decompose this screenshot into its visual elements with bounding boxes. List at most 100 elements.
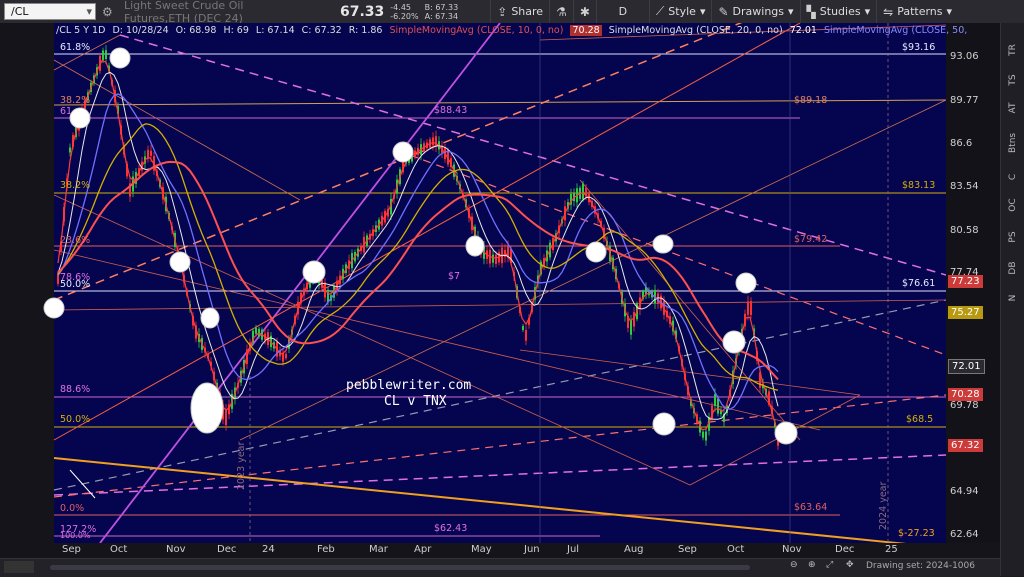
scroll-left-button[interactable] bbox=[4, 561, 34, 573]
pivot-marker bbox=[169, 251, 191, 273]
candle-body bbox=[495, 254, 497, 265]
candle-body bbox=[750, 301, 752, 315]
watermark-subtitle: CL v TNX bbox=[384, 394, 447, 409]
time-axis-label: Oct bbox=[110, 544, 128, 555]
price-badge: 70.28 bbox=[948, 388, 983, 401]
level-label: $68.5 bbox=[906, 414, 934, 425]
side-tabs: TR TS AT Btns C OC PS DB N bbox=[1000, 23, 1024, 576]
time-axis-label: May bbox=[471, 544, 492, 555]
level-label: $63.64 bbox=[794, 502, 828, 513]
pan-icon[interactable]: ✥ bbox=[846, 560, 854, 570]
price-axis-label: 69.78 bbox=[950, 400, 979, 411]
fib-label: 23.6% bbox=[60, 235, 91, 246]
fib-label: 61.8% bbox=[60, 42, 91, 53]
pivot-marker bbox=[465, 235, 485, 257]
sma20-value: 72.01 bbox=[789, 25, 817, 36]
candle-body bbox=[102, 50, 104, 61]
sma10-value: 70.28 bbox=[570, 25, 602, 36]
level-label: $79.42 bbox=[794, 234, 828, 245]
candle-body bbox=[147, 149, 149, 159]
pivot-marker bbox=[392, 141, 414, 163]
candle-body bbox=[717, 398, 719, 414]
pivot-marker bbox=[43, 297, 65, 319]
price-axis-label: 86.6 bbox=[950, 138, 973, 149]
level-label: $-27.23 bbox=[898, 528, 935, 539]
level-label: $62.43 bbox=[434, 523, 468, 534]
level-label: $83.13 bbox=[902, 180, 936, 191]
trend-line bbox=[689, 394, 861, 486]
candle-body bbox=[150, 150, 152, 156]
pivot-marker bbox=[69, 107, 91, 129]
time-axis-label: Nov bbox=[782, 544, 802, 555]
candle-body bbox=[432, 137, 434, 146]
fib-label: 38.2% bbox=[60, 95, 91, 106]
side-tab-oc[interactable]: OC bbox=[1008, 195, 1018, 215]
zoom-in-icon[interactable]: ⊕ bbox=[808, 560, 816, 570]
candle-body bbox=[435, 136, 437, 147]
side-tab-c[interactable]: C bbox=[1008, 167, 1018, 187]
drawing-set-status: Drawing set: 2024-1006 bbox=[866, 561, 975, 571]
side-tab-btns[interactable]: Btns bbox=[1008, 133, 1018, 153]
side-tab-n[interactable]: N bbox=[1008, 288, 1018, 308]
sma50-label: SimpleMovingAvg (CLOSE, 50, bbox=[823, 25, 968, 36]
info-close: C: 67.32 bbox=[301, 25, 342, 36]
time-axis-label: Sep bbox=[62, 544, 81, 555]
chart-info-line: /CL 5 Y 1D D: 10/28/24 O: 68.98 H: 69 L:… bbox=[56, 25, 971, 36]
trend-line bbox=[519, 349, 861, 396]
candle-body bbox=[225, 409, 227, 426]
side-tab-tr[interactable]: TR bbox=[1008, 40, 1018, 60]
candle-body bbox=[522, 325, 524, 331]
level-label: $76.61 bbox=[902, 278, 936, 289]
time-axis-label: Jun bbox=[524, 544, 540, 555]
price-badge: 77.23 bbox=[948, 275, 983, 288]
price-chart[interactable] bbox=[0, 0, 1000, 543]
time-axis-label: Nov bbox=[166, 544, 186, 555]
candle-body bbox=[582, 183, 584, 200]
time-axis[interactable]: Sep Oct Nov Dec 24 Feb Mar Apr May Jun Jul Aug Sep Oc… bbox=[0, 543, 1000, 558]
price-axis-label: 93.06 bbox=[950, 51, 979, 62]
zoom-out-icon[interactable]: ⊖ bbox=[790, 560, 798, 570]
side-tab-at[interactable]: AT bbox=[1008, 98, 1018, 118]
pivot-marker bbox=[302, 260, 326, 284]
fib-label: 50.0% bbox=[60, 279, 91, 290]
fib-label: 88.6% bbox=[60, 384, 91, 395]
expand-icon[interactable]: ⤢ bbox=[826, 560, 833, 570]
pivot-marker bbox=[190, 382, 224, 434]
time-axis-label: Apr bbox=[414, 544, 432, 555]
side-tab-ps[interactable]: PS bbox=[1008, 227, 1018, 247]
pivot-marker bbox=[585, 241, 607, 263]
time-axis-label: Aug bbox=[624, 544, 644, 555]
horizontal-scrollbar[interactable] bbox=[50, 565, 750, 570]
pivot-marker bbox=[722, 330, 746, 354]
side-tab-ts[interactable]: TS bbox=[1008, 70, 1018, 90]
pivot-marker bbox=[200, 307, 220, 329]
info-high: H: 69 bbox=[223, 25, 249, 36]
time-axis-label: Feb bbox=[317, 544, 335, 555]
time-axis-label: Sep bbox=[678, 544, 697, 555]
moving-average-line bbox=[57, 123, 779, 391]
sma20-label: SimpleMovingAvg (CLOSE, 20, 0, no) bbox=[608, 25, 783, 36]
candle-body bbox=[69, 147, 71, 153]
time-axis-label: Dec bbox=[217, 544, 237, 555]
fib-label: 50.0% bbox=[60, 414, 91, 425]
price-badge: 75.27 bbox=[948, 306, 983, 319]
price-axis-label: 62.64 bbox=[950, 529, 979, 540]
sma10-label: SimpleMovingAvg (CLOSE, 10, 0, no) bbox=[389, 25, 564, 36]
bottom-status-bar: ⊖ ⊕ ⤢ ✥ Drawing set: 2024-1006 bbox=[0, 558, 1000, 577]
candle-body bbox=[630, 319, 632, 335]
pivot-marker bbox=[109, 47, 131, 69]
fib-label: 38.2% bbox=[60, 180, 91, 191]
time-axis-label: Jul bbox=[567, 544, 580, 555]
level-label: $89.18 bbox=[794, 95, 828, 106]
trend-line bbox=[53, 194, 691, 486]
year-label: 2024 year bbox=[878, 481, 889, 530]
fib-label: 0.0% bbox=[60, 503, 85, 514]
fib-label: 61 bbox=[60, 106, 73, 117]
price-axis-label: 80.58 bbox=[950, 225, 979, 236]
pivot-marker bbox=[652, 412, 676, 436]
side-tab-db[interactable]: DB bbox=[1008, 258, 1018, 278]
candle-body bbox=[714, 394, 716, 406]
candle-body bbox=[525, 329, 527, 341]
candle-body bbox=[702, 431, 704, 438]
price-axis-label: 64.94 bbox=[950, 486, 979, 497]
